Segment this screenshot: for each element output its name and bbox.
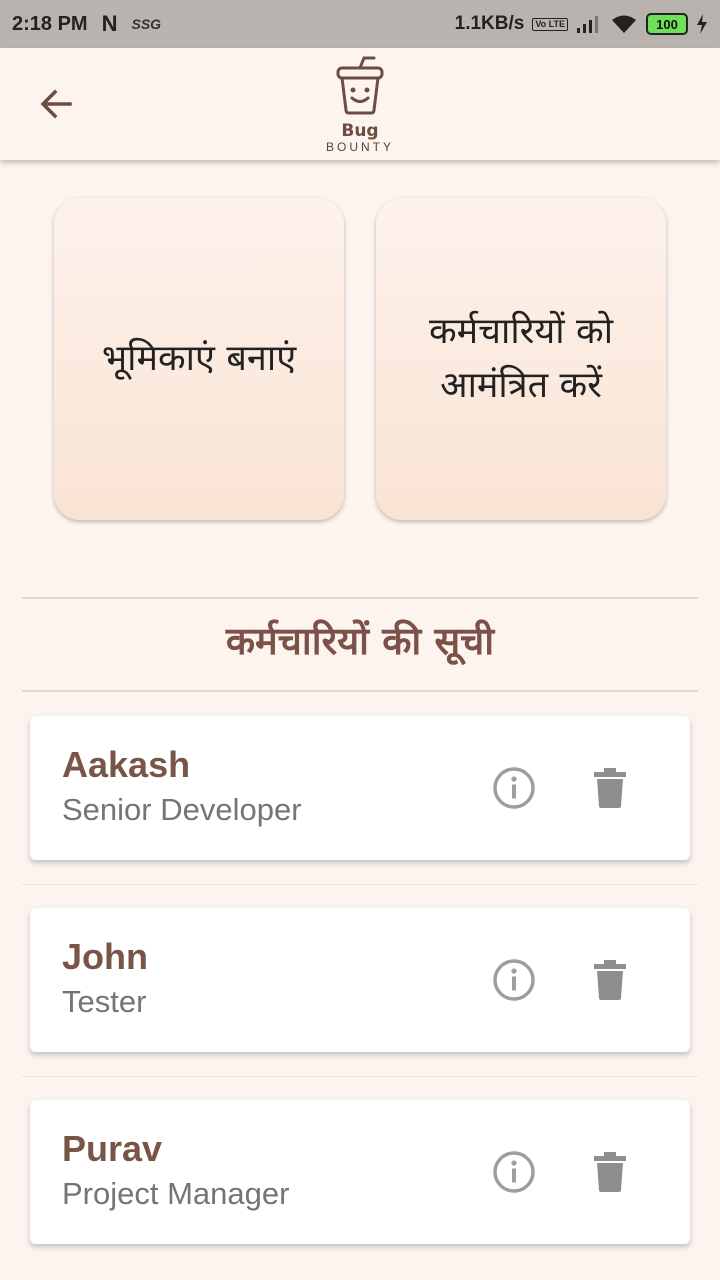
create-roles-label: भूमिकाएं बनाएं <box>101 338 297 379</box>
info-icon <box>493 959 535 1001</box>
logo-text-bug: Bug <box>341 121 379 141</box>
signal-icon <box>577 16 598 33</box>
delete-button[interactable] <box>582 760 638 816</box>
employee-role: Senior Developer <box>62 792 302 827</box>
volte-icon: Vo LTE <box>532 17 568 31</box>
notification-n-icon: N <box>101 11 118 36</box>
trash-icon <box>594 768 626 808</box>
employee-name: Purav <box>62 1128 163 1169</box>
trash-icon <box>594 1152 626 1192</box>
employee-card[interactable]: Purav Project Manager <box>30 1100 690 1244</box>
employee-role: Project Manager <box>62 1176 290 1211</box>
notification-ssg-icon: SSG <box>131 16 162 32</box>
employee-name: John <box>62 936 148 977</box>
divider-top <box>22 597 698 599</box>
employee-list-title: कर्मचारियों की सूची <box>225 619 495 663</box>
delete-button[interactable] <box>582 1144 638 1200</box>
info-button[interactable] <box>486 1144 542 1200</box>
invite-employees-card[interactable]: कर्मचारियों को आमंत्रित करें <box>376 198 666 520</box>
row-divider <box>22 884 698 885</box>
info-icon <box>493 1151 535 1193</box>
info-button[interactable] <box>486 760 542 816</box>
status-left: 2:18 PM N SSG <box>12 11 161 37</box>
divider-bottom <box>22 690 698 692</box>
delete-button[interactable] <box>582 952 638 1008</box>
employee-name: Aakash <box>62 744 191 785</box>
info-button[interactable] <box>486 952 542 1008</box>
invite-employees-label: कर्मचारियों को आमंत्रित करें <box>428 311 614 406</box>
create-roles-card[interactable]: भूमिकाएं बनाएं <box>54 198 344 520</box>
employee-card[interactable]: John Tester <box>30 908 690 1052</box>
employee-role: Tester <box>62 984 147 1019</box>
status-bar: 2:18 PM N SSG 1.1KB/s Vo LTE 100 <box>0 0 720 48</box>
back-button[interactable] <box>32 82 80 126</box>
network-speed: 1.1KB/s <box>454 13 525 34</box>
info-icon <box>493 767 535 809</box>
arrow-left-icon <box>40 89 72 119</box>
status-right: 1.1KB/s Vo LTE 100 <box>455 13 708 35</box>
battery-icon: 100 <box>646 13 688 35</box>
cup-logo-icon <box>336 56 384 115</box>
trash-icon <box>594 960 626 1000</box>
employee-card[interactable]: Aakash Senior Developer <box>30 716 690 860</box>
status-time: 2:18 PM <box>12 12 88 35</box>
logo-text-bounty: BOUNTY <box>325 140 394 154</box>
app-bar: Bug BOUNTY <box>0 48 720 160</box>
charging-icon <box>697 14 707 34</box>
app-logo: Bug BOUNTY <box>320 54 400 154</box>
wifi-icon <box>612 15 636 33</box>
row-divider <box>22 1076 698 1077</box>
